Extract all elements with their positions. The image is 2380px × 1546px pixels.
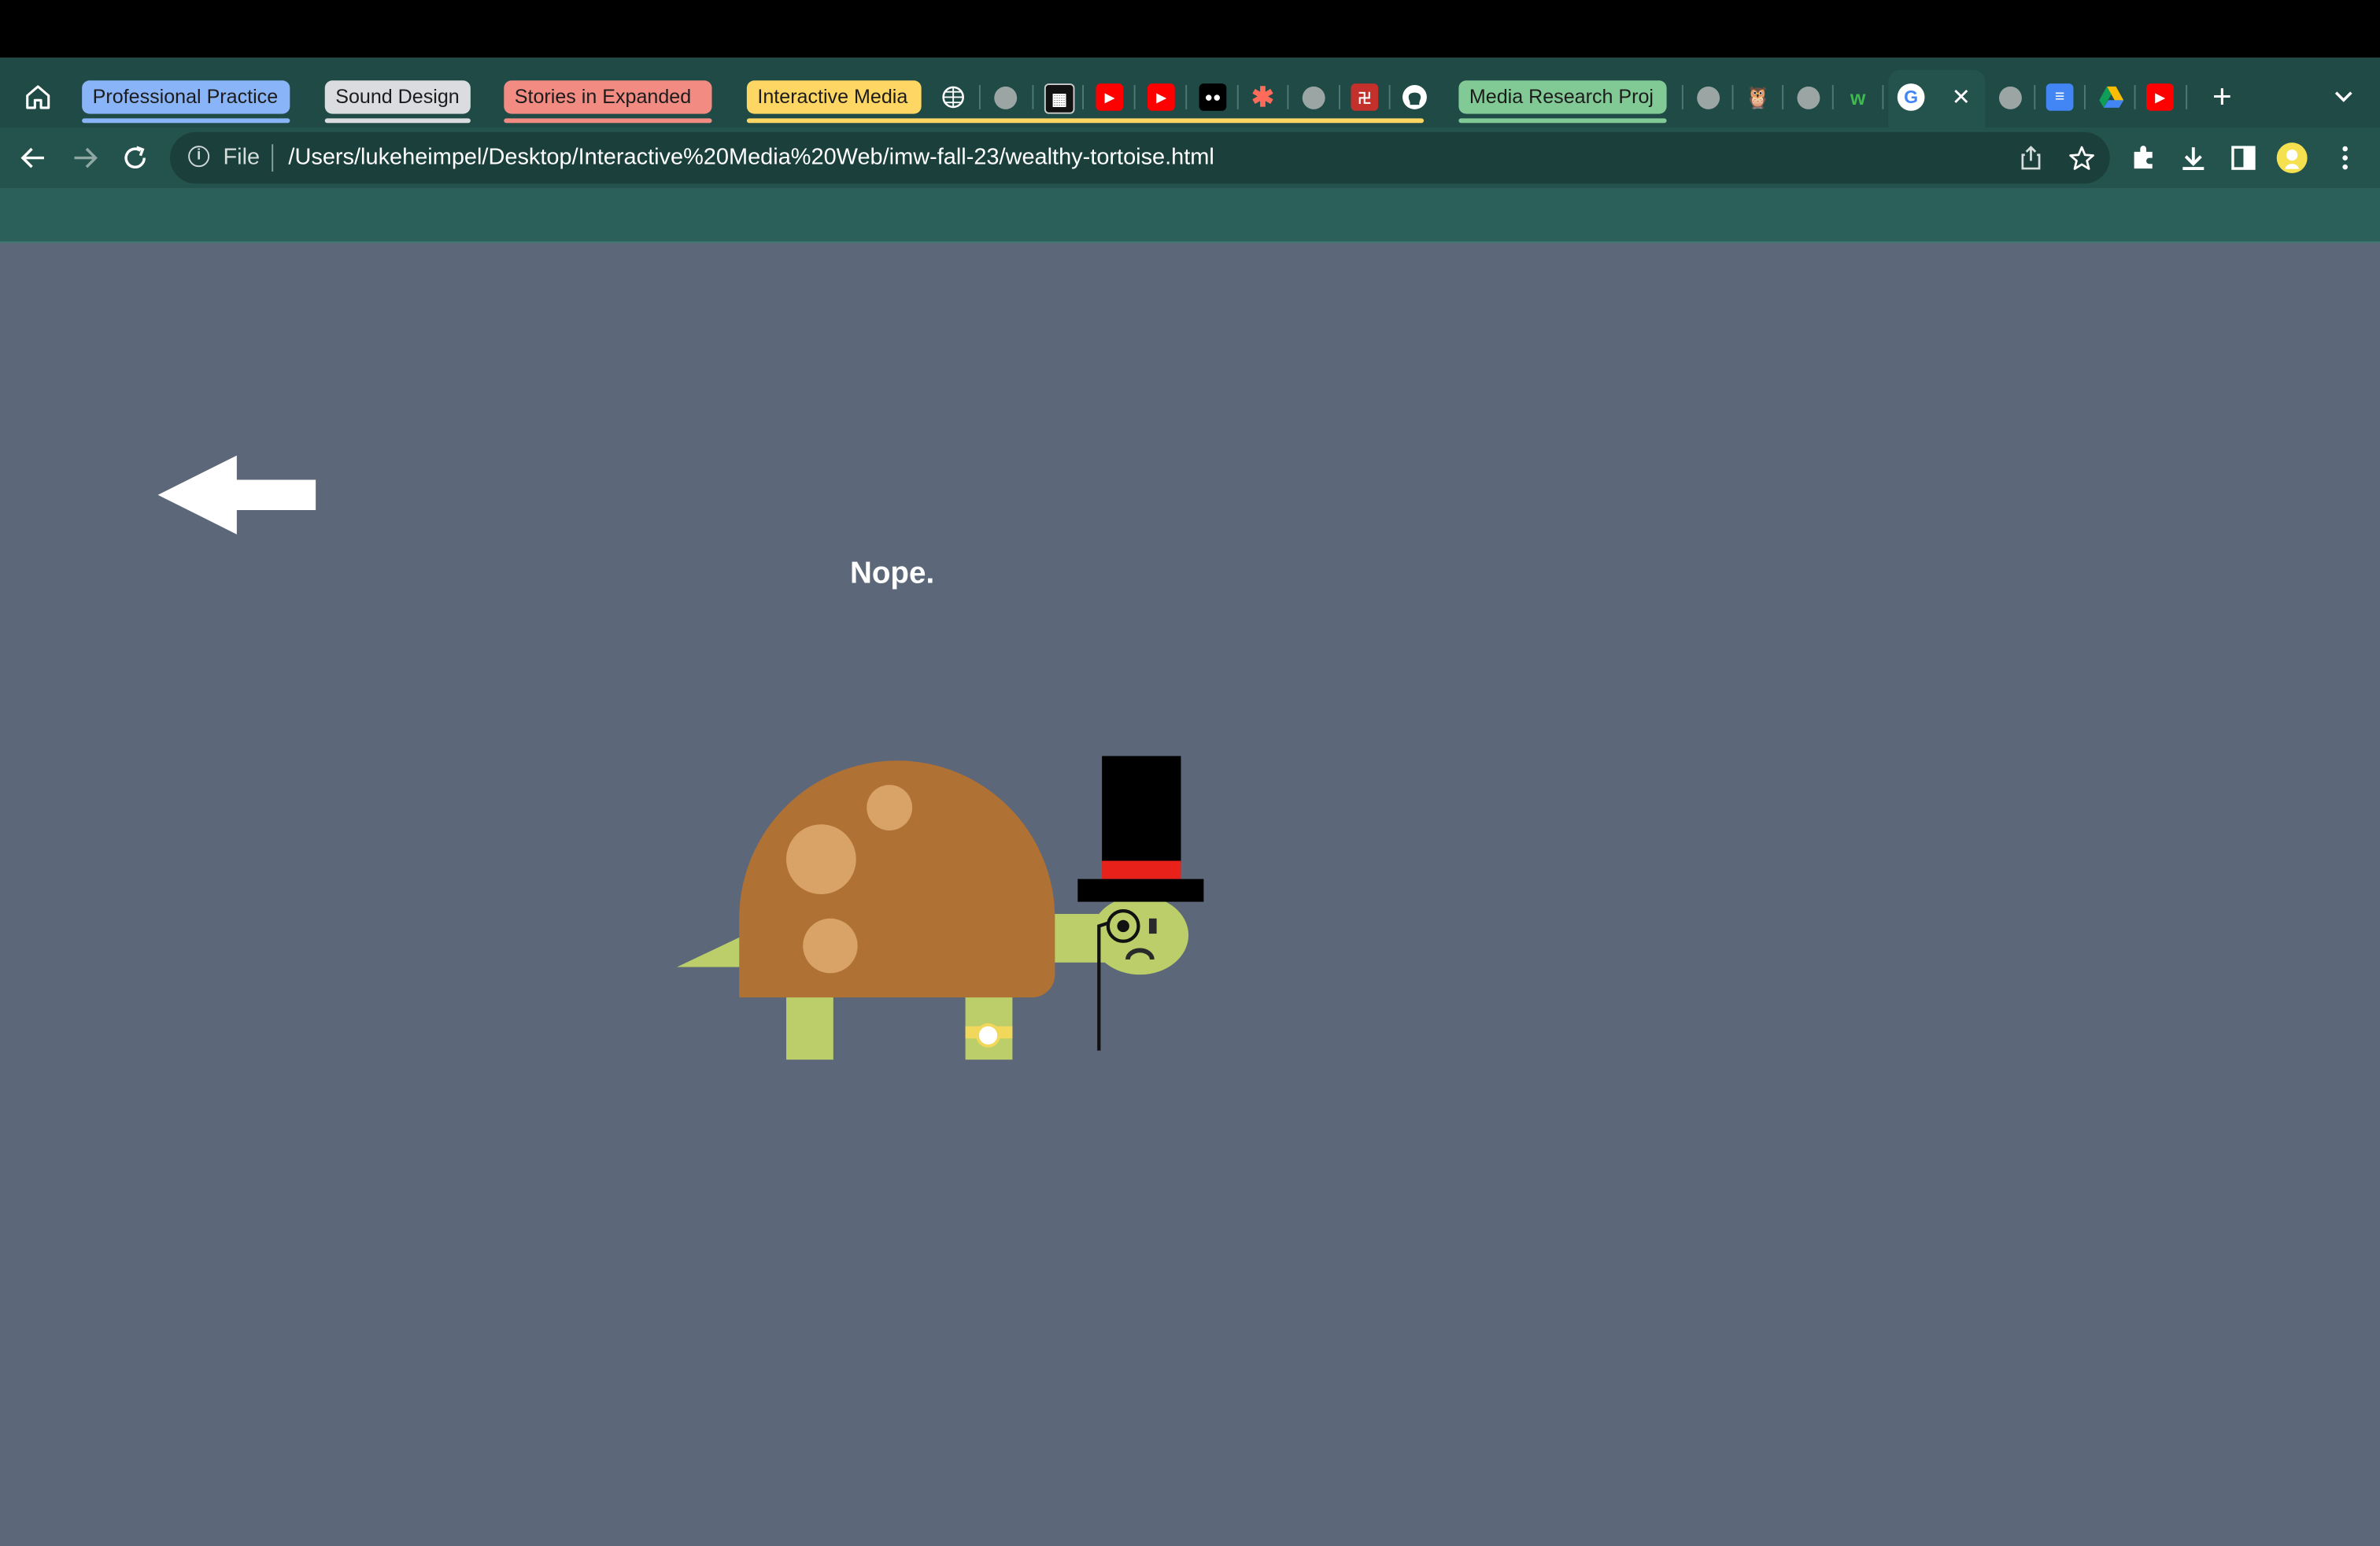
title-bar	[0, 0, 2380, 58]
close-tab-icon[interactable]: ✕	[1946, 82, 1976, 113]
tab-separator	[1339, 85, 1340, 109]
tab-group-underline	[504, 118, 712, 124]
youtube-favicon-icon[interactable]: ▶	[1148, 83, 1175, 111]
qr-favicon-icon[interactable]: ▦	[1044, 83, 1075, 114]
top-hat-icon	[1077, 756, 1204, 902]
tab-separator	[1388, 85, 1391, 109]
globe-favicon-icon[interactable]	[994, 86, 1018, 109]
tab-separator	[1185, 85, 1188, 109]
tab-group-underline	[1458, 118, 1667, 124]
asterisk-favicon-icon[interactable]: ✱	[1249, 81, 1277, 112]
tab-group-underline	[324, 118, 471, 124]
tab-search-icon[interactable]	[2328, 82, 2359, 113]
profile-avatar[interactable]	[2275, 141, 2308, 174]
tab-group-underline	[82, 118, 290, 124]
home-icon[interactable]	[23, 82, 54, 113]
globe-favicon-icon[interactable]	[1797, 86, 1820, 109]
tab-separator	[1731, 85, 1734, 109]
forward-icon[interactable]	[68, 141, 102, 174]
tab-separator	[1082, 85, 1085, 109]
tortoise-head	[1091, 895, 1189, 975]
reload-icon[interactable]	[118, 141, 151, 174]
back-arrow-icon[interactable]	[157, 455, 318, 538]
tab-separator	[1882, 85, 1884, 109]
tab-group-media-research-proj[interactable]: Media Research Proj	[1458, 80, 1667, 114]
tab-group-interactive-media[interactable]: Interactive Media	[746, 80, 922, 114]
tortoise-tail	[677, 936, 741, 967]
tab-separator	[1681, 85, 1683, 109]
tab-separator	[1032, 85, 1034, 109]
globe-favicon-icon[interactable]	[1697, 86, 1720, 109]
tab-separator	[1236, 85, 1239, 109]
sidepanel-icon[interactable]	[2227, 141, 2260, 174]
tab-separator	[1831, 85, 1834, 109]
download-icon[interactable]	[2177, 141, 2210, 174]
url-text[interactable]: /Users/lukeheimpel/Desktop/Interactive%2…	[288, 144, 1214, 170]
youtube-favicon-icon[interactable]: ▶	[2146, 83, 2174, 111]
medium-favicon-icon[interactable]: ●●	[1199, 83, 1227, 111]
star-icon[interactable]	[2064, 141, 2097, 174]
tab-group-underline	[746, 118, 1425, 124]
tortoise-shell	[739, 760, 1055, 998]
tab-separator	[1287, 85, 1289, 109]
tortoise-legs	[786, 986, 1013, 1060]
drive-favicon-icon[interactable]	[2096, 82, 2127, 113]
extensions-icon[interactable]	[2127, 141, 2160, 174]
tab-separator	[978, 85, 981, 109]
tab-separator	[2034, 85, 2036, 109]
tab-group-sound-design[interactable]: Sound Design	[324, 80, 471, 114]
tab-group-stories-in-expanded[interactable]: Stories in Expanded	[504, 80, 712, 114]
tab-separator	[1782, 85, 1784, 109]
page-message: Nope.	[850, 557, 935, 591]
owl-favicon-icon[interactable]: 🦉	[1744, 83, 1772, 111]
w-favicon-icon[interactable]: w	[1844, 83, 1872, 111]
docs-favicon-icon[interactable]: ≡	[2046, 83, 2074, 111]
globe-favicon-icon[interactable]	[1302, 86, 1325, 109]
tab-separator	[2083, 85, 2086, 109]
bookmarks-bar	[0, 188, 2380, 243]
new-tab-icon[interactable]: +	[2207, 77, 2238, 115]
tab-separator	[1133, 85, 1136, 109]
menu-icon[interactable]	[2328, 141, 2361, 174]
share-icon[interactable]	[2014, 141, 2047, 174]
github-favicon-icon[interactable]	[1399, 82, 1430, 113]
address-divider	[272, 144, 274, 172]
red-logo-favicon-icon[interactable]: 卍	[1351, 83, 1379, 111]
youtube-favicon-icon[interactable]: ▶	[1096, 83, 1124, 111]
tab-group-professional-practice[interactable]: Professional Practice	[82, 80, 290, 114]
tab-separator	[2186, 85, 2188, 109]
tab-separator	[2134, 85, 2136, 109]
globe-favicon-icon[interactable]	[1998, 86, 2022, 109]
tortoise-illustration[interactable]	[668, 744, 1214, 1071]
info-icon[interactable]: i	[188, 146, 210, 168]
google-favicon-icon[interactable]: G	[1897, 83, 1925, 111]
globe-grid-favicon-icon[interactable]	[938, 82, 969, 113]
scheme-label: File	[223, 144, 261, 171]
back-icon[interactable]	[17, 141, 50, 174]
